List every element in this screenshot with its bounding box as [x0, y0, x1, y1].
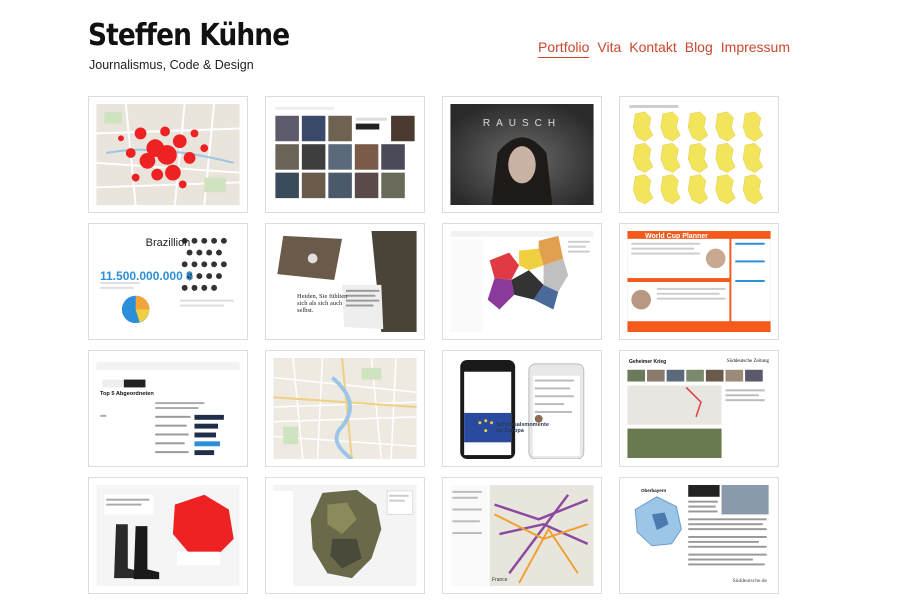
- site-title[interactable]: Steffen Kühne: [88, 18, 290, 53]
- rausch-title: RAUSCH: [482, 118, 562, 129]
- france-label: France: [492, 577, 508, 583]
- nav-blog[interactable]: Blog: [685, 39, 713, 58]
- geheimer-krieg-title: Geheimer Krieg: [629, 359, 667, 365]
- portfolio-tile-boots-bavaria[interactable]: [88, 477, 248, 594]
- portfolio-tile-germany-choropleth[interactable]: [265, 477, 425, 594]
- portfolio-tile-geheimer-krieg[interactable]: Geheimer Krieg Süddeutsche Zeitung: [619, 350, 779, 467]
- wm-planner-thumbnail: [627, 231, 771, 332]
- germany-choropleth-thumbnail: [273, 485, 417, 586]
- portfolio-tile-heiden[interactable]: Heiden, Sie fühlten sich als sich auch s…: [265, 223, 425, 340]
- portfolio-tile-wm-planner[interactable]: World Cup Planner: [619, 223, 779, 340]
- brazillion-title: Brazillion: [145, 237, 191, 249]
- nav-impressum[interactable]: Impressum: [721, 39, 790, 58]
- mobile-app-headline: Schicksalsmomente für Europa: [496, 422, 549, 434]
- europe-map-thumbnail: [450, 231, 594, 332]
- mobile-app-thumbnail: [450, 358, 594, 459]
- portfolio-tile-portraits[interactable]: [265, 96, 425, 213]
- germany-small-multiples-thumbnail: [627, 104, 771, 205]
- main-nav: Portfolio Vita Kontakt Blog Impressum: [538, 39, 790, 58]
- portfolio-tile-germany-maps[interactable]: [619, 96, 779, 213]
- brazillion-amount: 11.500.000.000 $: [100, 269, 193, 283]
- portfolio-grid: RAUSCH Brazillion 11.500.000.000 $ Heide…: [88, 96, 779, 594]
- oberbayern-label: Oberbayern: [641, 488, 667, 493]
- portfolio-tile-france-routes[interactable]: France: [442, 477, 602, 594]
- portfolio-tile-rausch[interactable]: RAUSCH: [442, 96, 602, 213]
- heiden-text: Heiden, Sie fühlten sich als sich auch s…: [297, 293, 348, 314]
- nav-portfolio[interactable]: Portfolio: [538, 39, 590, 58]
- street-map-thumbnail: [273, 358, 417, 459]
- geheimer-krieg-thumbnail: [627, 358, 771, 459]
- portfolio-tile-street-map[interactable]: [265, 350, 425, 467]
- heiden-thumbnail: [273, 231, 417, 332]
- portfolio-tile-europe-map[interactable]: [442, 223, 602, 340]
- top5-chart-thumbnail: [96, 358, 240, 459]
- nav-kontakt[interactable]: Kontakt: [629, 39, 676, 58]
- nav-vita[interactable]: Vita: [597, 39, 621, 58]
- portfolio-tile-oberbayern[interactable]: Oberbayern Süddeutsche.de: [619, 477, 779, 594]
- oberbayern-thumbnail: [627, 485, 771, 586]
- portfolio-tile-mobile-app[interactable]: Schicksalsmomente für Europa: [442, 350, 602, 467]
- portfolio-tile-brazillion[interactable]: Brazillion 11.500.000.000 $: [88, 223, 248, 340]
- top5-title: Top 5 Abgeordneten: [100, 391, 154, 397]
- france-routes-thumbnail: [450, 485, 594, 586]
- boots-bavaria-thumbnail: [96, 485, 240, 586]
- city-heatmap-thumbnail: [96, 104, 240, 205]
- wm-planner-title: World Cup Planner: [645, 233, 708, 240]
- portfolio-tile-heatmap-city[interactable]: [88, 96, 248, 213]
- portraits-grid-thumbnail: [273, 104, 417, 205]
- portfolio-tile-top5[interactable]: Top 5 Abgeordneten: [88, 350, 248, 467]
- site-subtitle: Journalismus, Code & Design: [89, 58, 254, 72]
- oberbayern-footer: Süddeutsche.de: [732, 578, 767, 584]
- sz-logo: Süddeutsche Zeitung: [726, 359, 769, 364]
